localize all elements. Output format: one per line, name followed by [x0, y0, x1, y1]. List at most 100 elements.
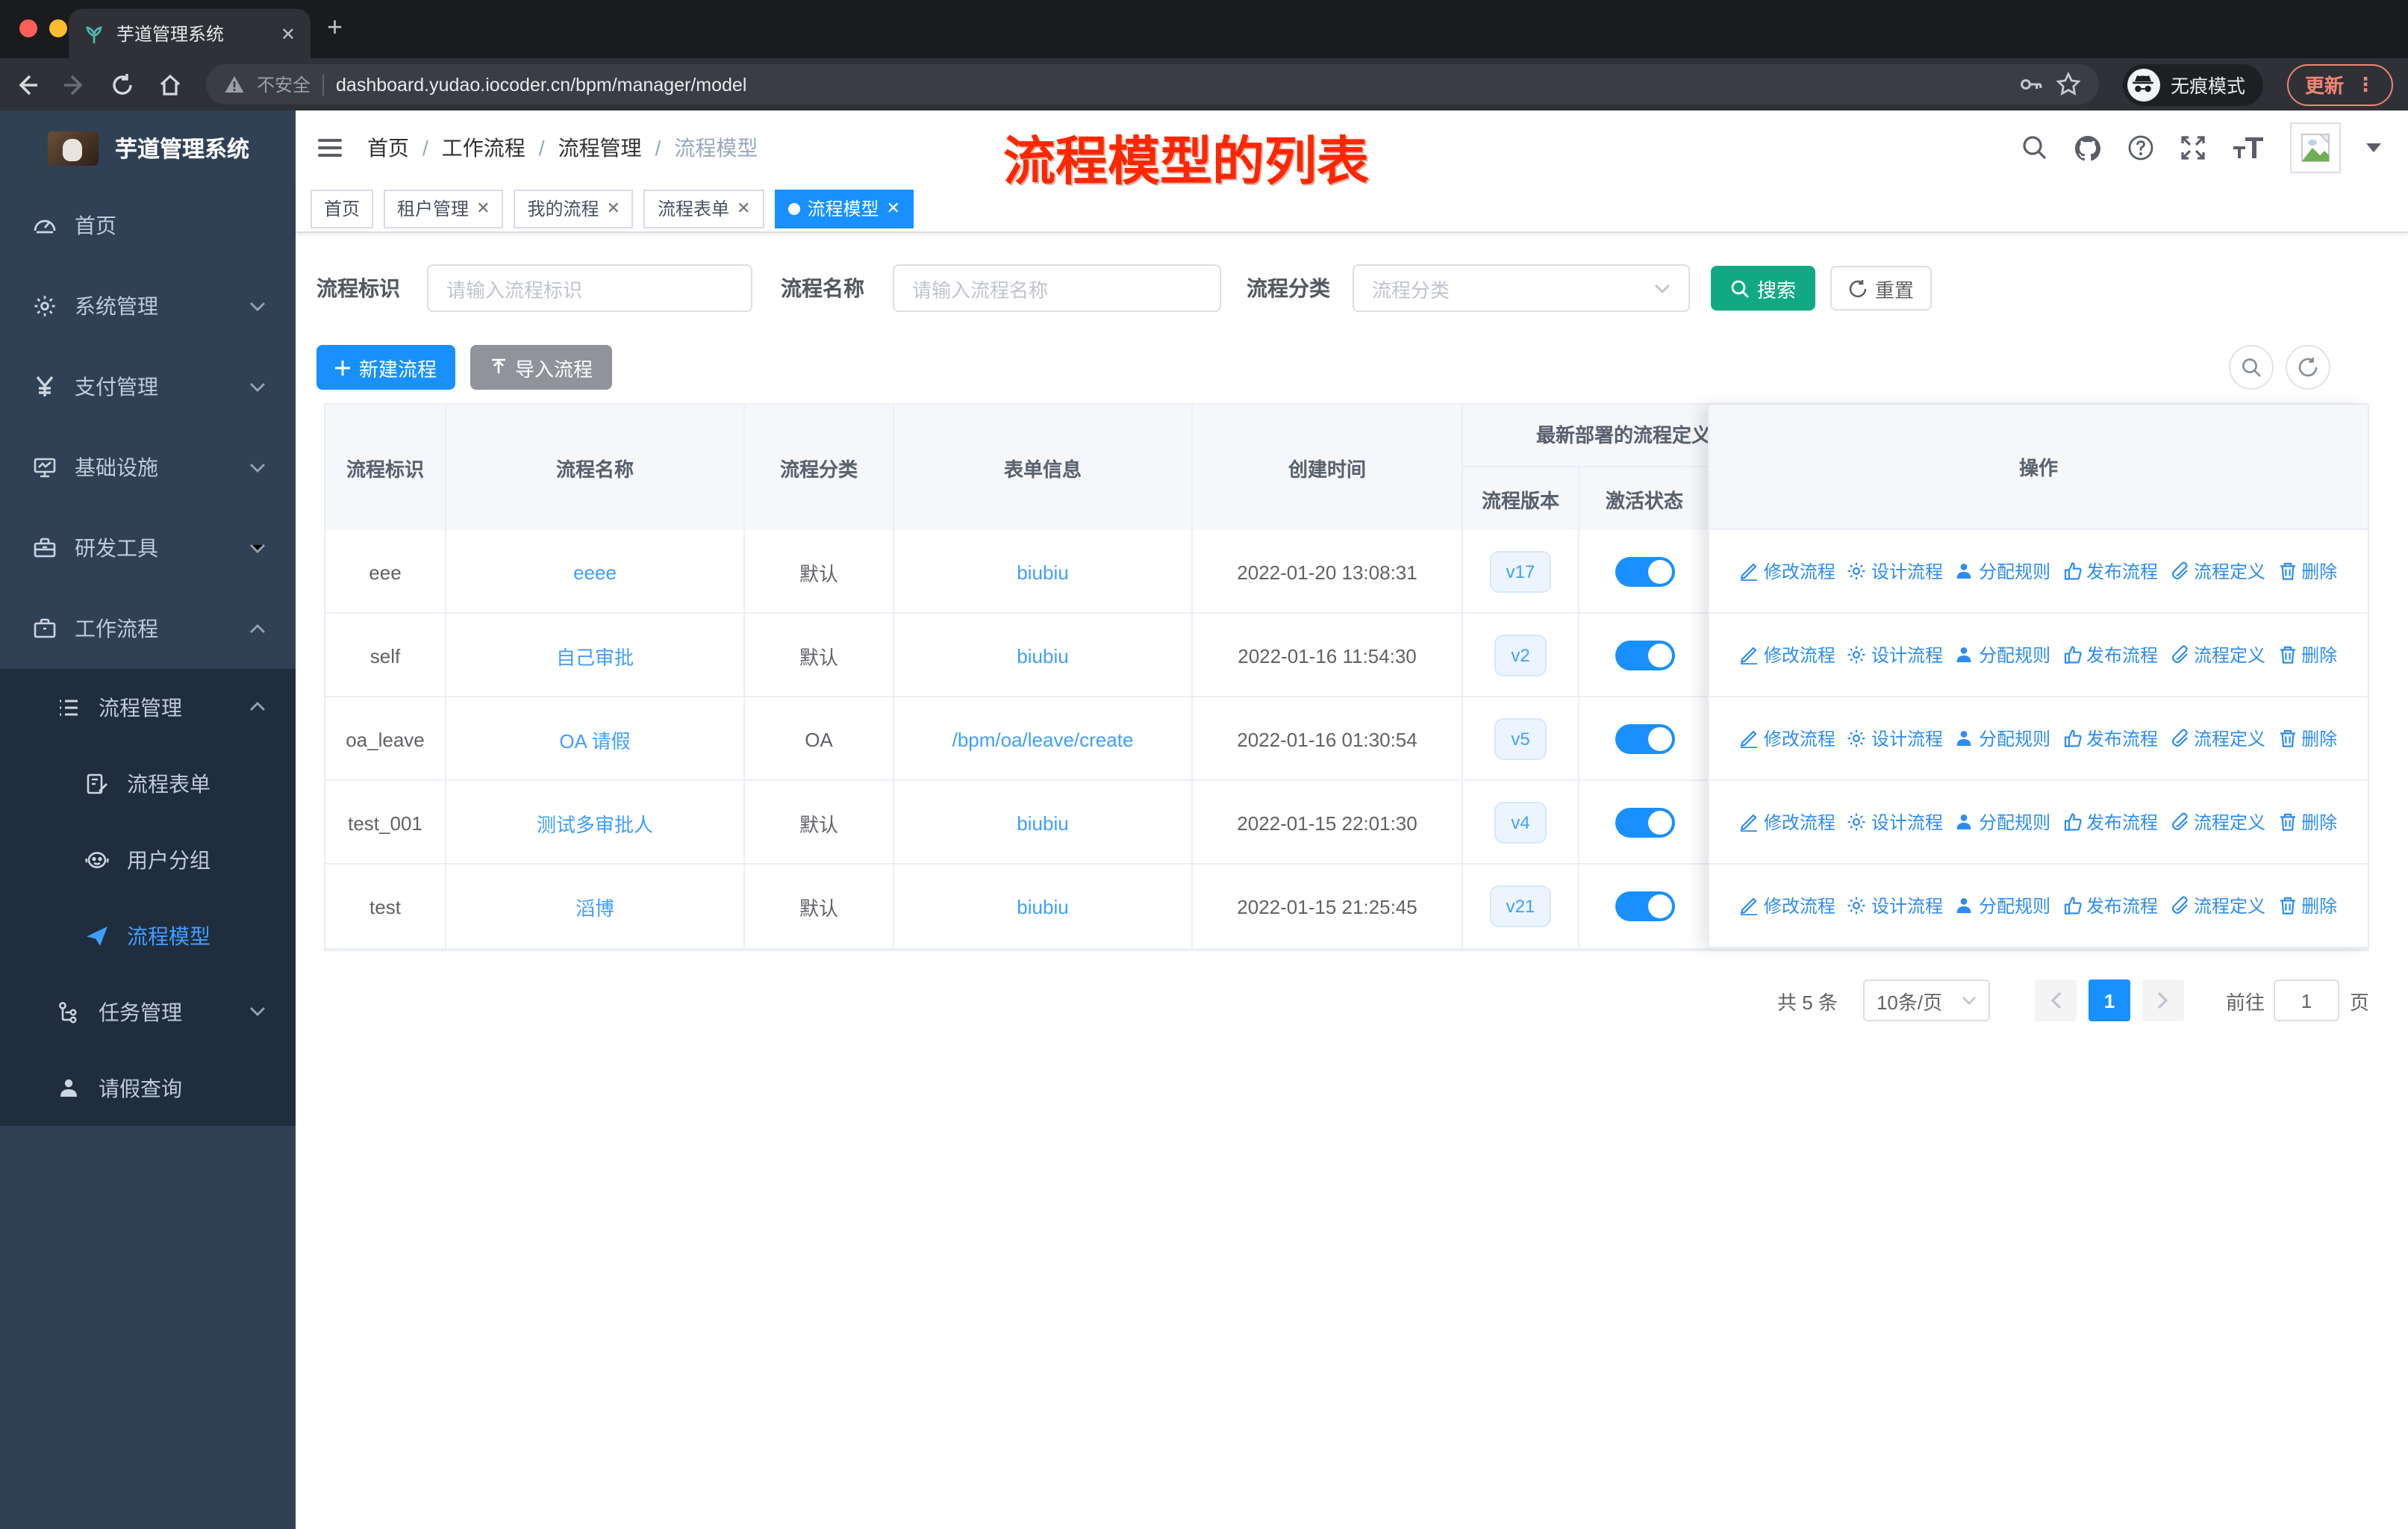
sidebar-item-home[interactable]: 首页 — [0, 185, 296, 266]
sidebar-item-leave-query[interactable]: 请假查询 — [0, 1050, 296, 1126]
search-icon[interactable] — [2021, 134, 2048, 161]
design-process-link[interactable]: 设计流程 — [1847, 809, 1943, 835]
sidebar-item-user-group[interactable]: 用户分组 — [0, 821, 296, 897]
home-icon[interactable] — [158, 72, 182, 96]
cell-process-name[interactable]: 自己审批 — [446, 614, 745, 697]
cell-process-name[interactable]: OA 请假 — [446, 697, 745, 781]
publish-process-link[interactable]: 发布流程 — [2062, 558, 2158, 584]
process-definition-link[interactable]: 流程定义 — [2170, 809, 2265, 835]
sidebar-item-dev-tools[interactable]: 研发工具 — [0, 508, 296, 588]
modify-process-link[interactable]: 修改流程 — [1740, 893, 1835, 918]
sidebar-item-payment[interactable]: 支付管理 — [0, 346, 296, 427]
tag-close-icon[interactable]: ✕ — [476, 199, 490, 218]
sidebar-item-workflow[interactable]: 工作流程 — [0, 588, 296, 669]
app-logo-row[interactable]: 芋道管理系统 — [0, 110, 296, 185]
delete-link[interactable]: 删除 — [2277, 558, 2337, 584]
goto-page-input[interactable]: 1 — [2273, 980, 2339, 1021]
page-number-current[interactable]: 1 — [2088, 980, 2130, 1021]
tag-close-icon[interactable]: ✕ — [886, 199, 899, 218]
publish-process-link[interactable]: 发布流程 — [2062, 726, 2158, 751]
sidebar-item-process-model[interactable]: 流程模型 — [0, 897, 296, 974]
assign-rules-link[interactable]: 分配规则 — [1955, 809, 2050, 835]
modify-process-link[interactable]: 修改流程 — [1740, 558, 1835, 584]
cell-form-info[interactable]: biubiu — [894, 781, 1193, 865]
cell-process-name[interactable]: 滔博 — [446, 865, 745, 948]
close-window-button[interactable] — [19, 19, 37, 37]
help-icon[interactable] — [2127, 134, 2154, 161]
caret-down-icon[interactable] — [2366, 143, 2381, 152]
process-definition-link[interactable]: 流程定义 — [2170, 558, 2265, 584]
design-process-link[interactable]: 设计流程 — [1847, 893, 1943, 918]
process-definition-link[interactable]: 流程定义 — [2170, 893, 2265, 918]
process-name-input[interactable]: 请输入流程名称 — [893, 264, 1221, 312]
create-process-button[interactable]: 新建流程 — [316, 345, 455, 390]
refresh-table-button[interactable] — [2286, 345, 2330, 390]
page-size-select[interactable]: 10条/页 — [1862, 980, 1990, 1021]
hamburger-icon[interactable] — [296, 110, 364, 185]
assign-rules-link[interactable]: 分配规则 — [1955, 726, 2050, 751]
modify-process-link[interactable]: 修改流程 — [1740, 726, 1835, 751]
cell-form-info[interactable]: biubiu — [894, 865, 1193, 948]
cell-process-name[interactable]: 测试多审批人 — [446, 781, 745, 865]
browser-tab[interactable]: 芋道管理系统 ✕ — [69, 9, 311, 58]
delete-link[interactable]: 删除 — [2277, 642, 2337, 667]
breadcrumb-item-workflow[interactable]: 工作流程 — [442, 133, 525, 163]
active-toggle[interactable] — [1615, 557, 1674, 587]
reset-button[interactable]: 重置 — [1830, 266, 1932, 311]
breadcrumb-item-home[interactable]: 首页 — [367, 133, 409, 163]
next-page-button[interactable] — [2142, 980, 2184, 1021]
tag-close-icon[interactable]: ✕ — [737, 199, 750, 218]
delete-link[interactable]: 删除 — [2277, 809, 2337, 835]
sidebar-item-process-management[interactable]: 流程管理 — [0, 669, 296, 745]
publish-process-link[interactable]: 发布流程 — [2062, 642, 2158, 667]
sidebar-item-system[interactable]: 系统管理 — [0, 266, 296, 346]
publish-process-link[interactable]: 发布流程 — [2062, 809, 2158, 835]
sidebar-item-process-form[interactable]: 流程表单 — [0, 745, 296, 821]
modify-process-link[interactable]: 修改流程 — [1740, 642, 1835, 667]
minimize-window-button[interactable] — [49, 19, 67, 37]
tag-process-model[interactable]: 流程模型 ✕ — [774, 189, 914, 228]
security-label[interactable]: 不安全 — [257, 72, 311, 97]
design-process-link[interactable]: 设计流程 — [1847, 726, 1943, 751]
process-definition-link[interactable]: 流程定义 — [2170, 726, 2265, 751]
cell-form-info[interactable]: biubiu — [894, 530, 1193, 614]
import-process-button[interactable]: 导入流程 — [470, 345, 612, 390]
assign-rules-link[interactable]: 分配规则 — [1955, 558, 2050, 584]
tab-close-icon[interactable]: ✕ — [281, 23, 296, 44]
process-definition-link[interactable]: 流程定义 — [2170, 642, 2265, 667]
address-bar[interactable]: 不安全 dashboard.yudao.iocoder.cn/bpm/manag… — [206, 64, 2099, 105]
password-key-icon[interactable] — [2018, 72, 2044, 97]
active-toggle[interactable] — [1615, 641, 1674, 670]
design-process-link[interactable]: 设计流程 — [1847, 558, 1943, 584]
show-search-button[interactable] — [2229, 345, 2274, 390]
cell-process-name[interactable]: eeee — [446, 530, 745, 614]
delete-link[interactable]: 删除 — [2277, 893, 2337, 918]
update-browser-button[interactable]: 更新 ⋮ — [2286, 63, 2393, 105]
active-toggle[interactable] — [1615, 891, 1674, 921]
design-process-link[interactable]: 设计流程 — [1847, 642, 1943, 667]
font-size-icon[interactable] — [2232, 134, 2265, 161]
prev-page-button[interactable] — [2034, 980, 2077, 1021]
delete-link[interactable]: 删除 — [2277, 726, 2337, 751]
avatar[interactable] — [2290, 122, 2341, 173]
bookmark-star-icon[interactable] — [2056, 72, 2081, 97]
assign-rules-link[interactable]: 分配规则 — [1955, 642, 2050, 667]
active-toggle[interactable] — [1615, 724, 1674, 754]
browser-menu-dots-icon[interactable]: ⋮ — [2356, 72, 2375, 96]
fullscreen-icon[interactable] — [2180, 134, 2206, 161]
tag-close-icon[interactable]: ✕ — [607, 199, 620, 218]
search-button[interactable]: 搜索 — [1711, 266, 1815, 311]
new-tab-button[interactable]: + — [327, 12, 343, 43]
sidebar-item-infrastructure[interactable]: 基础设施 — [0, 427, 296, 508]
forward-icon[interactable] — [63, 72, 87, 96]
back-icon[interactable] — [15, 72, 39, 96]
reload-icon[interactable] — [110, 72, 134, 96]
cell-form-info[interactable]: biubiu — [894, 614, 1193, 697]
sidebar-item-task-management[interactable]: 任务管理 — [0, 974, 296, 1050]
tag-home[interactable]: 首页 — [311, 189, 374, 228]
tag-tenant[interactable]: 租户管理 ✕ — [384, 189, 504, 228]
breadcrumb-item-process-management[interactable]: 流程管理 — [558, 133, 642, 163]
github-icon[interactable] — [2074, 134, 2102, 162]
publish-process-link[interactable]: 发布流程 — [2062, 893, 2158, 918]
modify-process-link[interactable]: 修改流程 — [1740, 809, 1835, 835]
